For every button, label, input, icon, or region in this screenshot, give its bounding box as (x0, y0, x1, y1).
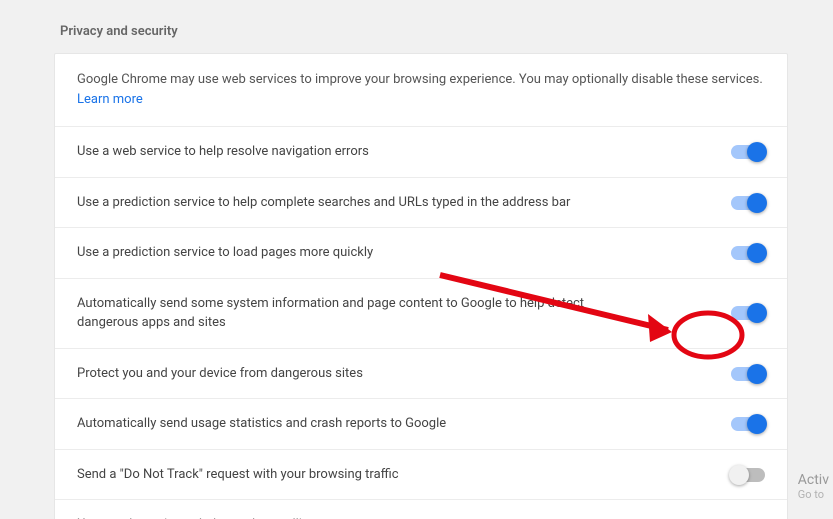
section-title: Privacy and security (0, 0, 833, 53)
toggle-usage-stats[interactable] (731, 417, 765, 431)
watermark-line2: Go to (798, 488, 829, 501)
row-prediction-urls: Use a prediction service to help complet… (55, 178, 787, 229)
watermark-line1: Activ (798, 472, 829, 488)
row-dangerous-apps: Automatically send some system informati… (55, 279, 787, 349)
row-label: Protect you and your device from dangero… (77, 364, 363, 384)
intro-body: Google Chrome may use web services to im… (77, 72, 763, 87)
row-spell-check: Use a web service to help resolve spelli… (55, 500, 787, 519)
learn-more-link[interactable]: Learn more (77, 92, 143, 107)
row-prediction-preload: Use a prediction service to load pages m… (55, 228, 787, 279)
toggle-nav-errors[interactable] (731, 145, 765, 159)
row-do-not-track: Send a "Do Not Track" request with your … (55, 450, 787, 501)
row-usage-stats: Automatically send usage statistics and … (55, 399, 787, 450)
row-label: Automatically send usage statistics and … (77, 414, 446, 434)
toggle-safe-browsing[interactable] (731, 367, 765, 381)
row-label: Use a web service to help resolve spelli… (77, 515, 470, 519)
toggle-dangerous-apps[interactable] (731, 306, 765, 320)
watermark: Activ Go to (798, 472, 829, 501)
row-label: Use a web service to help resolve naviga… (77, 142, 369, 162)
intro-text: Google Chrome may use web services to im… (55, 54, 787, 127)
settings-card: Google Chrome may use web services to im… (54, 53, 788, 519)
toggle-prediction-urls[interactable] (731, 196, 765, 210)
toggle-do-not-track[interactable] (731, 468, 765, 482)
row-label: Send a "Do Not Track" request with your … (77, 465, 399, 485)
toggle-prediction-preload[interactable] (731, 246, 765, 260)
row-label: Use a prediction service to help complet… (77, 193, 570, 213)
row-nav-errors: Use a web service to help resolve naviga… (55, 127, 787, 178)
row-label: Use a prediction service to load pages m… (77, 243, 373, 263)
row-safe-browsing: Protect you and your device from dangero… (55, 349, 787, 400)
row-label-block: Use a web service to help resolve spelli… (77, 515, 470, 519)
row-label: Automatically send some system informati… (77, 294, 637, 333)
